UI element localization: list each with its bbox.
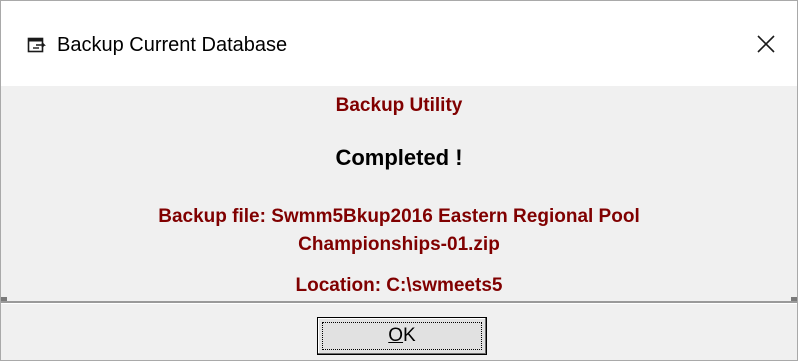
ok-label-rest: K bbox=[403, 325, 416, 346]
dialog-footer: OK bbox=[1, 304, 797, 360]
window-app-icon bbox=[27, 35, 47, 55]
backup-file-info: Backup file: Swmm5Bkup2016 Eastern Regio… bbox=[1, 203, 797, 259]
utility-heading: Backup Utility bbox=[335, 95, 463, 116]
ok-focus-rect: OK bbox=[322, 322, 482, 350]
backup-file-line-1: Backup file: Swmm5Bkup2016 Eastern Regio… bbox=[158, 206, 640, 227]
window-title: Backup Current Database bbox=[57, 34, 288, 56]
backup-location: Location: C:\swmeets5 bbox=[295, 275, 503, 296]
dialog-content: Backup Utility Completed ! Backup file: … bbox=[1, 86, 797, 296]
close-button[interactable] bbox=[735, 1, 797, 86]
backup-file-line-2: Championships-01.zip bbox=[298, 234, 500, 255]
ok-button[interactable]: OK bbox=[317, 317, 487, 355]
backup-dialog-window: Backup Current Database Backup Utility C… bbox=[0, 0, 798, 361]
title-bar[interactable]: Backup Current Database bbox=[1, 1, 797, 86]
ok-mnemonic: O bbox=[388, 325, 404, 346]
close-icon bbox=[756, 34, 776, 54]
status-message: Completed ! bbox=[335, 145, 463, 170]
